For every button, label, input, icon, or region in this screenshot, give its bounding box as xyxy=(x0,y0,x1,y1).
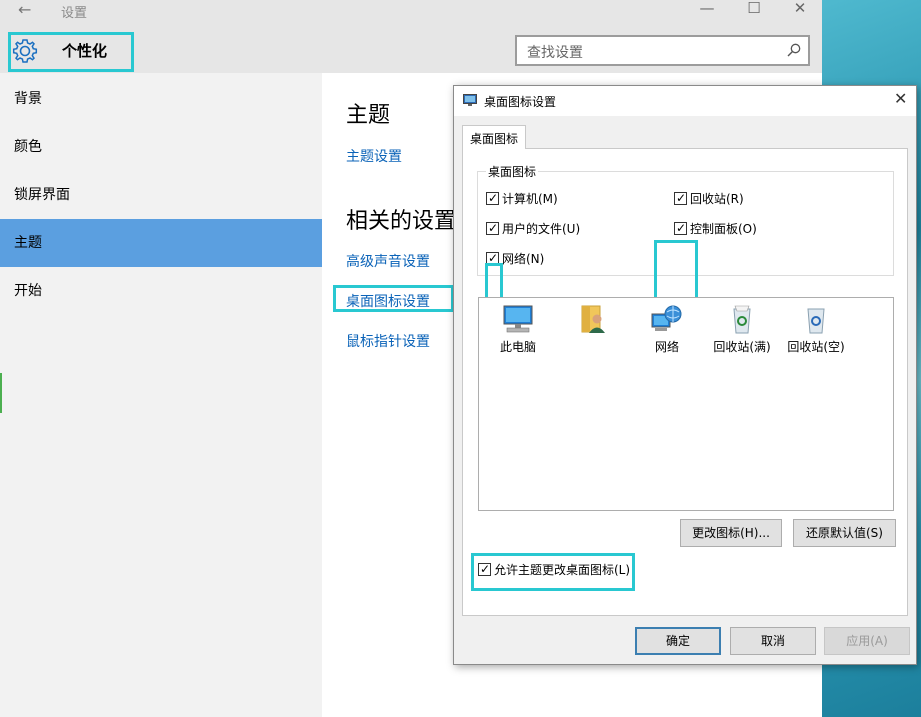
checkbox-recycle-bin[interactable]: 回收站(R) xyxy=(674,190,744,207)
dialog-title: 桌面图标设置 xyxy=(484,95,557,109)
sidebar-item-start[interactable]: 开始 xyxy=(0,267,322,315)
checkbox-label: 控制面板(O) xyxy=(690,222,757,236)
icon-label: 回收站(空) xyxy=(787,340,845,354)
recycle-bin-full-icon xyxy=(733,305,751,334)
desktop-icon-list[interactable]: 此电脑 网络 回收站(满) 回收站(空) xyxy=(478,297,894,511)
change-icon-button[interactable]: 更改图标(H)... xyxy=(680,519,782,547)
close-icon[interactable]: ✕ xyxy=(789,0,811,17)
sidebar-item-background[interactable]: 背景 xyxy=(0,75,322,123)
search-placeholder: 查找设置 xyxy=(527,45,583,61)
cancel-button[interactable]: 取消 xyxy=(730,627,816,655)
edge-strip xyxy=(0,373,2,413)
settings-header: 个性化 查找设置 xyxy=(0,24,822,73)
user-folder-icon xyxy=(581,305,605,333)
heading-theme: 主题 xyxy=(346,103,391,128)
desktop-icon-settings-dialog: 桌面图标设置 ✕ 桌面图标 计算机(M) 用户的文件(U) 网络(N) 回收站(… xyxy=(453,85,917,665)
tab-panel: 桌面图标 计算机(M) 用户的文件(U) 网络(N) 回收站(R) 控制面板(O… xyxy=(462,148,908,616)
computer-icon xyxy=(503,305,533,333)
search-input[interactable]: 查找设置 xyxy=(515,35,810,66)
icon-item-this-pc[interactable]: 此电脑 xyxy=(483,304,553,355)
link-mouse-pointer[interactable]: 鼠标指针设置 xyxy=(346,331,430,351)
page-title: 个性化 xyxy=(62,42,108,60)
group-label: 桌面图标 xyxy=(486,163,539,180)
sidebar: 背景 颜色 锁屏界面 主题 开始 xyxy=(0,73,322,717)
icon-label: 此电脑 xyxy=(499,340,536,354)
checkbox-label: 网络(N) xyxy=(502,252,545,266)
checkbox-check-icon xyxy=(486,190,499,206)
apply-button[interactable]: 应用(A) xyxy=(824,627,910,655)
checkbox-label: 允许主题更改桌面图标(L) xyxy=(494,563,631,577)
checkbox-computer[interactable]: 计算机(M) xyxy=(486,190,558,207)
checkbox-control-panel[interactable]: 控制面板(O) xyxy=(674,220,757,237)
back-arrow-icon[interactable]: ← xyxy=(18,0,31,19)
maximize-icon[interactable]: ☐ xyxy=(743,0,765,17)
dialog-titlebar: 桌面图标设置 ✕ xyxy=(454,86,916,116)
sidebar-item-themes[interactable]: 主题 xyxy=(0,219,322,267)
sidebar-item-colors[interactable]: 颜色 xyxy=(0,123,322,171)
dialog-close-icon[interactable]: ✕ xyxy=(894,89,907,108)
checkbox-check-icon xyxy=(674,220,687,236)
icon-item-recycle-empty[interactable]: 回收站(空) xyxy=(781,304,851,355)
link-theme-settings[interactable]: 主题设置 xyxy=(346,146,402,166)
icon-label: 网络 xyxy=(654,340,679,354)
checkbox-allow-themes[interactable]: 允许主题更改桌面图标(L) xyxy=(478,561,631,578)
icon-item-recycle-full[interactable]: 回收站(满) xyxy=(707,304,777,355)
checkbox-user-files[interactable]: 用户的文件(U) xyxy=(486,220,581,237)
network-icon xyxy=(651,305,682,331)
link-advanced-sound[interactable]: 高级声音设置 xyxy=(346,251,430,271)
restore-default-button[interactable]: 还原默认值(S) xyxy=(793,519,896,547)
link-desktop-icon-settings[interactable]: 桌面图标设置 xyxy=(346,291,430,311)
settings-titlebar: ← 设置 — ☐ ✕ xyxy=(0,0,822,24)
icon-label: 回收站(满) xyxy=(713,340,771,354)
icon-item-network[interactable]: 网络 xyxy=(632,304,702,355)
icon-item-user-files[interactable] xyxy=(558,304,628,338)
checkbox-label: 回收站(R) xyxy=(690,192,744,206)
checkbox-check-icon xyxy=(674,190,687,206)
monitor-icon xyxy=(463,94,477,106)
window-title: 设置 xyxy=(61,6,88,21)
tab-desktop-icons[interactable]: 桌面图标 xyxy=(462,125,526,149)
checkbox-check-icon xyxy=(478,561,491,577)
checkbox-check-icon xyxy=(486,220,499,236)
gear-icon xyxy=(12,39,38,63)
checkbox-label: 用户的文件(U) xyxy=(502,222,581,236)
checkbox-label: 计算机(M) xyxy=(502,192,558,206)
heading-related-settings: 相关的设置 xyxy=(346,209,457,234)
search-icon[interactable] xyxy=(786,42,802,58)
sidebar-item-lockscreen[interactable]: 锁屏界面 xyxy=(0,171,322,219)
ok-button[interactable]: 确定 xyxy=(635,627,721,655)
recycle-bin-empty-icon xyxy=(807,308,825,334)
minimize-icon[interactable]: — xyxy=(696,0,718,17)
